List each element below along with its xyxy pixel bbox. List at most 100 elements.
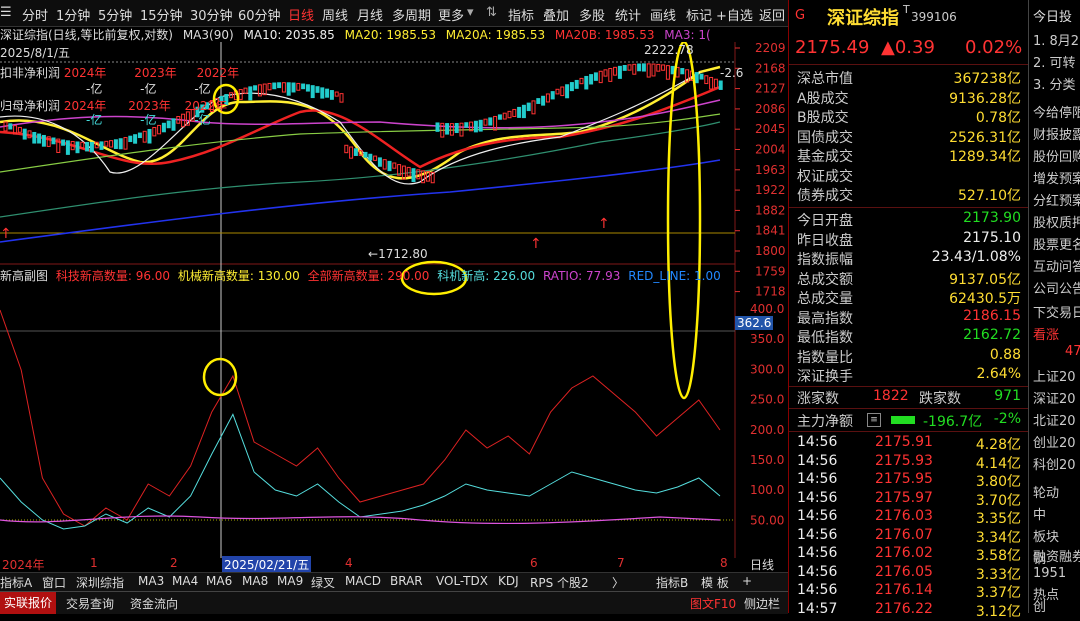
up-count: 1822: [873, 388, 909, 404]
index-label: 指数振幅: [797, 252, 853, 268]
svg-text:↑: ↑: [0, 226, 12, 242]
tick-time: 14:56: [797, 545, 838, 561]
tab-indicator-a[interactable]: 指标A: [0, 574, 32, 591]
period-tab-weekly[interactable]: 周线: [322, 5, 348, 24]
side-item[interactable]: 科创20: [1033, 454, 1076, 473]
side-item[interactable]: 创: [1033, 596, 1046, 613]
side-item[interactable]: 今日投: [1033, 6, 1072, 25]
period-tab-30min[interactable]: 30分钟: [190, 5, 233, 24]
tab-kdj[interactable]: KDJ: [498, 574, 519, 588]
period-tab-60min[interactable]: 60分钟: [238, 5, 281, 24]
period-tab-15min[interactable]: 15分钟: [140, 5, 183, 24]
side-item[interactable]: 1951: [1033, 566, 1066, 581]
tab-brar[interactable]: BRAR: [390, 574, 423, 588]
flow-bar: [891, 416, 915, 424]
side-item[interactable]: 深证20: [1033, 388, 1076, 407]
candle: [305, 84, 310, 92]
toolbar-multistock[interactable]: 多股: [579, 5, 605, 24]
period-tab-5min[interactable]: 5分钟: [98, 5, 132, 24]
period-tab-daily[interactable]: 日线: [288, 5, 314, 24]
ma20b-label: MA20B: 1985.53: [554, 28, 655, 42]
quote-panel: G 深证综指 T 399106 2175.49 ▲0.39 0.02% 深总市值…: [788, 0, 1029, 620]
side-item[interactable]: 财报披露: [1033, 124, 1080, 143]
toolbar-overlay[interactable]: 叠加: [543, 5, 569, 24]
period-tab-more[interactable]: 更多: [438, 5, 464, 24]
sort-icon[interactable]: ⇅: [486, 5, 497, 20]
side-item[interactable]: 今给停限: [1033, 102, 1080, 121]
quote-stat-row: 债券成交 527.10亿: [789, 185, 1029, 204]
toolbar-draw[interactable]: 画线: [650, 5, 676, 24]
tick-time: 14:56: [797, 434, 838, 450]
side-item[interactable]: 上证20: [1033, 366, 1076, 385]
side-item[interactable]: 北证20: [1033, 410, 1076, 429]
tab-rps[interactable]: RPS 个股2: [530, 574, 589, 591]
tab-window[interactable]: 窗口: [42, 574, 66, 591]
tab-indicator-b[interactable]: 指标B: [656, 574, 688, 591]
dropdown-icon[interactable]: ▾: [467, 5, 474, 20]
tab-f10[interactable]: 图文F10: [690, 595, 736, 612]
tick-row: 14:56 2175.93 4.14亿: [789, 453, 1029, 472]
tab-ma9[interactable]: MA9: [277, 574, 303, 588]
toolbar-stats[interactable]: 统计: [615, 5, 641, 24]
side-item[interactable]: 股份回购: [1033, 146, 1080, 165]
period-tab-intraday[interactable]: 分时: [22, 5, 48, 24]
toolbar-mark[interactable]: 标记: [686, 5, 712, 24]
side-item[interactable]: 1. 8月2: [1033, 30, 1079, 49]
side-item[interactable]: 互动问答: [1033, 256, 1080, 275]
stat-label: 国债成交: [797, 129, 853, 146]
tab-ma4[interactable]: MA4: [172, 574, 198, 588]
tab-add[interactable]: +: [742, 574, 752, 588]
side-item[interactable]: 2. 可转: [1033, 52, 1076, 71]
index-value: 0.88: [989, 346, 1021, 363]
side-item[interactable]: 创业20: [1033, 432, 1076, 451]
side-item[interactable]: 股权质押: [1033, 212, 1080, 231]
side-item[interactable]: 看涨: [1033, 324, 1059, 343]
index-value: 2.64%: [976, 366, 1021, 382]
sub-tick-label: 200.0: [750, 423, 784, 437]
tab-realtime-quote[interactable]: 实联报价: [0, 592, 57, 614]
side-item[interactable]: 融资融券: [1033, 546, 1080, 565]
sub-tick-label: 150.0: [750, 453, 784, 467]
index-value: 2162.72: [963, 327, 1021, 343]
tab-trade-query[interactable]: 交易查询: [66, 595, 114, 612]
side-item[interactable]: 中: [1033, 504, 1046, 523]
tick-time: 14:56: [797, 508, 838, 524]
side-item[interactable]: 下交易日: [1033, 302, 1080, 321]
period-tab-monthly[interactable]: 月线: [357, 5, 383, 24]
neg-values-1: -亿 -亿 -亿: [86, 80, 211, 97]
toolbar-indicator[interactable]: 指标: [508, 5, 534, 24]
side-item[interactable]: 公司公告: [1033, 278, 1080, 297]
profit-label-2: 归母净利润: [0, 99, 61, 113]
tab-green-cross[interactable]: 绿叉: [311, 574, 335, 591]
tab-fund-flow[interactable]: 资金流向: [130, 595, 178, 612]
tab-ma6[interactable]: MA6: [206, 574, 232, 588]
tab-ma3[interactable]: MA3: [138, 574, 164, 588]
tab-template[interactable]: 模 板: [701, 574, 729, 591]
candle: [51, 137, 56, 145]
side-item[interactable]: 3. 分类: [1033, 74, 1076, 93]
index-label: 总成交额: [797, 271, 853, 288]
period-tab-1min[interactable]: 1分钟: [56, 5, 90, 24]
tab-next[interactable]: 〉: [612, 574, 624, 591]
list-icon[interactable]: ≡: [867, 413, 881, 427]
toolbar-add-watchlist[interactable]: +自选: [716, 5, 753, 24]
tab-macd[interactable]: MACD: [345, 574, 381, 588]
side-item[interactable]: 分红预案: [1033, 190, 1080, 209]
side-item[interactable]: 股票更名: [1033, 234, 1080, 253]
toolbar-back[interactable]: 返回: [759, 5, 785, 24]
side-item[interactable]: 轮动: [1033, 482, 1059, 501]
candle: [363, 151, 368, 158]
side-item[interactable]: 增发预案: [1033, 168, 1080, 187]
tick-time: 14:56: [797, 526, 838, 543]
side-item[interactable]: 47: [1065, 344, 1080, 359]
quote-stat-row: 国债成交 2526.31亿: [789, 127, 1029, 146]
tab-vol-tdx[interactable]: VOL-TDX: [436, 574, 488, 588]
tick-row: 14:56 2176.14 3.37亿: [789, 582, 1029, 601]
menu-icon[interactable]: ☰: [0, 5, 12, 20]
tab-sidebar[interactable]: 侧边栏: [744, 595, 780, 612]
period-tab-multi[interactable]: 多周期: [392, 5, 431, 24]
main-flow-pct: -2%: [993, 411, 1021, 427]
tab-szzz[interactable]: 深圳综指: [76, 574, 124, 591]
tab-ma8[interactable]: MA8: [242, 574, 268, 588]
side-item[interactable]: 板块: [1033, 526, 1059, 545]
